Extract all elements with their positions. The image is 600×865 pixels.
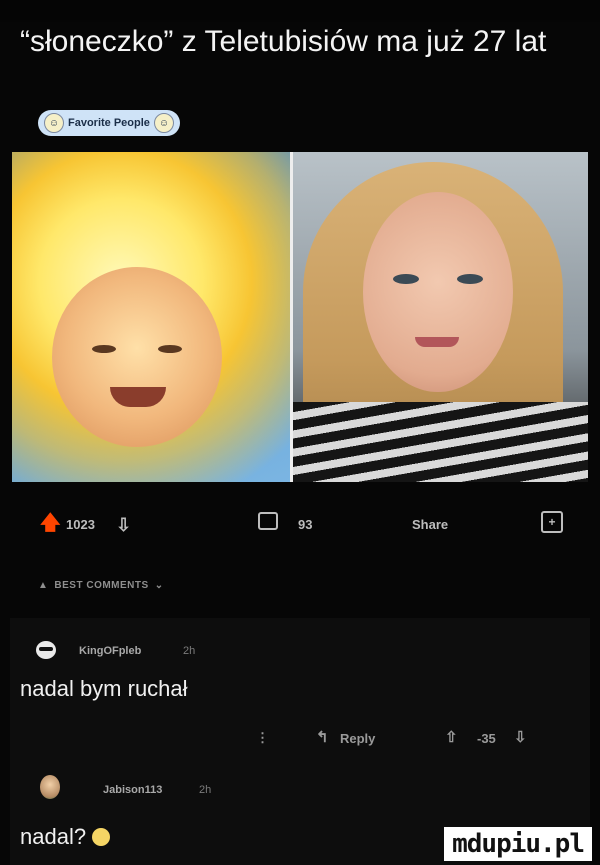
left-eye: [393, 274, 419, 284]
mouth: [415, 337, 459, 347]
reply-button[interactable]: Reply: [340, 731, 375, 746]
comment-username[interactable]: KingOFpleb: [79, 645, 141, 657]
comment-text: nadal bym ruchał: [20, 676, 188, 701]
sun-baby-photo: [12, 152, 290, 482]
more-options-icon[interactable]: ⋮: [256, 730, 269, 746]
mouth: [110, 387, 166, 407]
baby-face: [52, 267, 222, 447]
comment-username[interactable]: Jabison113: [103, 784, 162, 796]
upvote-arrow-icon[interactable]: 🡅: [40, 508, 61, 542]
chevron-down-icon: ⌄: [154, 580, 164, 591]
share-button[interactable]: Share: [412, 517, 448, 532]
site-watermark: mdupiu.pl: [444, 827, 592, 861]
comment-timestamp: 2h: [199, 784, 212, 796]
comment-action-bar: ⋮ ↰ Reply ⇧ -35 ⇩: [0, 728, 600, 752]
comment-timestamp: 2h: [183, 645, 196, 657]
avatar[interactable]: [36, 641, 56, 659]
comment-count: 93: [298, 517, 313, 532]
flair-label: Favorite People: [68, 117, 150, 129]
post-title: “słoneczko” z Teletubisiów ma już 27 lat: [20, 25, 547, 58]
right-eye: [457, 274, 483, 284]
downvote-arrow-icon[interactable]: ⇩: [116, 515, 131, 536]
striped-shirt: [293, 402, 588, 482]
comment-text-container: nadal?: [20, 824, 111, 850]
woman-face: [363, 192, 513, 392]
post-action-bar: 🡅 1023 ⇩ 93 Share +: [0, 505, 600, 545]
woman-portrait-photo: [293, 152, 588, 482]
avatar[interactable]: [40, 775, 60, 799]
post-image-collage[interactable]: [12, 152, 588, 482]
smiley-face-icon: ☺: [153, 113, 174, 133]
award-gift-icon[interactable]: +: [541, 511, 563, 533]
comment-text: nadal?: [20, 824, 87, 849]
comment-bubble-icon[interactable]: [258, 512, 278, 530]
left-eye: [92, 345, 116, 353]
downvote-arrow-icon[interactable]: ⇩: [514, 728, 527, 746]
reply-arrow-icon[interactable]: ↰: [316, 728, 329, 746]
smiley-face-icon: ☺: [44, 113, 64, 133]
rocket-icon: ▲: [38, 580, 49, 591]
emoji-icon: [92, 828, 111, 846]
top-bar: [0, 0, 600, 22]
vote-count: 1023: [66, 517, 95, 532]
comment-score: -35: [477, 731, 496, 746]
right-eye: [158, 345, 182, 353]
comment-sort-selector[interactable]: ▲ BEST COMMENTS ⌄: [38, 580, 164, 591]
post-flair[interactable]: ☺ Favorite People ☺: [38, 110, 180, 136]
upvote-arrow-icon[interactable]: ⇧: [445, 728, 458, 746]
sort-label: BEST COMMENTS: [54, 580, 149, 591]
